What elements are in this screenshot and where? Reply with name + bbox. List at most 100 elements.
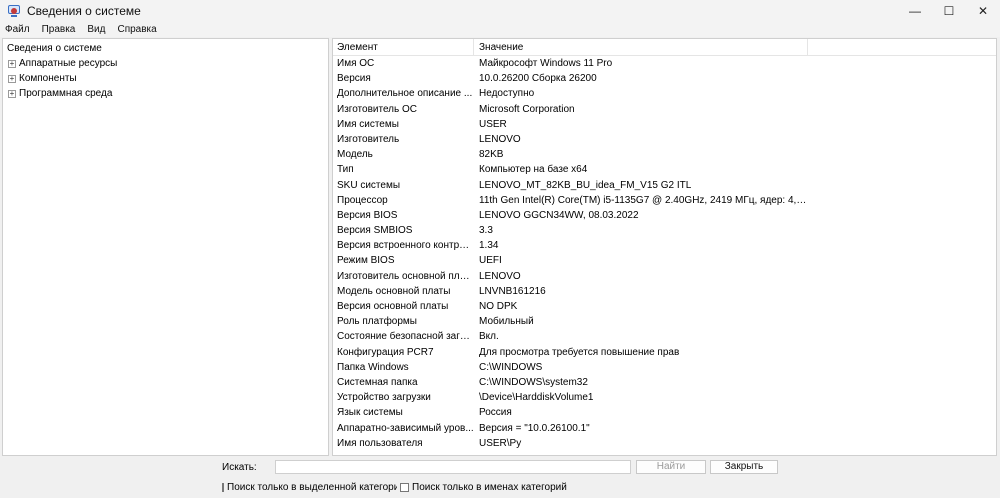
search-panel: Искать: Найти Закрыть Поиск только в выд…	[0, 458, 1000, 498]
category-names-checkbox[interactable]	[400, 483, 409, 492]
window-title: Сведения о системе	[27, 4, 141, 18]
row-item-cell: SKU системы	[337, 179, 401, 191]
row-item-cell: Устройство загрузки	[337, 392, 431, 404]
tree-item-label: Сведения о системе	[7, 43, 102, 54]
row-item-cell: Имя пользователя	[337, 437, 423, 449]
row-value-cell: Microsoft Corporation	[479, 103, 575, 115]
table-row[interactable]: Изготовитель ОС Microsoft Corporation	[333, 102, 996, 117]
tree-item-label: Компоненты	[19, 73, 77, 84]
table-row[interactable]: Версия основной платы NO DPK	[333, 299, 996, 314]
expand-icon[interactable]: +	[8, 89, 16, 98]
selected-category-checkbox[interactable]	[222, 483, 224, 492]
tree-item-system-summary[interactable]: Сведения о системе	[3, 41, 328, 56]
table-row[interactable]: Папка Windows C:\WINDOWS	[333, 360, 996, 375]
table-row[interactable]: Версия BIOS LENOVO GGCN34WW, 08.03.2022	[333, 208, 996, 223]
table-header: Элемент Значение	[333, 39, 996, 56]
search-input[interactable]	[275, 460, 631, 474]
expand-icon[interactable]: +	[8, 59, 16, 68]
column-header-item[interactable]: Элемент	[333, 39, 474, 55]
row-item-cell: Версия SMBIOS	[337, 225, 413, 237]
table-row[interactable]: Аппаратно-зависимый уров... Версия = "10.…	[333, 421, 996, 436]
row-item-cell: Дополнительное описание ...	[337, 88, 473, 100]
row-item-cell: Папка Windows	[337, 361, 409, 373]
table-row[interactable]: Устройство загрузки \Device\HarddiskVolum…	[333, 390, 996, 405]
row-item-cell: Аппаратно-зависимый уров...	[337, 422, 474, 434]
row-value-cell: Россия	[479, 407, 512, 419]
table-row[interactable]: Имя пользователя USER\Ру	[333, 436, 996, 451]
row-value-cell: Мобильный	[479, 316, 534, 328]
row-item-cell: Режим BIOS	[337, 255, 395, 267]
menu-edit[interactable]: Правка	[36, 23, 82, 37]
table-row[interactable]: SKU системы LENOVO_MT_82KB_BU_idea_FM_V15…	[333, 178, 996, 193]
tree-item-components[interactable]: + Компоненты	[3, 71, 328, 86]
row-value-cell: NO DPK	[479, 301, 518, 312]
menu-file[interactable]: Файл	[0, 23, 36, 37]
table-row[interactable]: Тип Компьютер на базе x64	[333, 162, 996, 177]
tree-item-software-environment[interactable]: + Программная среда	[3, 86, 328, 101]
row-value-cell: LNVNB161216	[479, 285, 546, 297]
row-item-cell: Имя ОС	[337, 58, 375, 69]
title-bar: Сведения о системе — ☐ ✕	[0, 0, 1000, 22]
selected-category-label: Поиск только в выделенной категории	[227, 482, 397, 493]
tree-item-label: Аппаратные ресурсы	[19, 58, 118, 69]
selected-category-option[interactable]: Поиск только в выделенной категории	[222, 482, 397, 493]
row-item-cell: Имя системы	[337, 118, 399, 130]
row-item-cell: Изготовитель	[337, 133, 400, 145]
table-row[interactable]: Версия встроенного контрол... 1.34	[333, 238, 996, 253]
row-value-cell: LENOVO GGCN34WW, 08.03.2022	[479, 209, 639, 221]
table-row[interactable]: Состояние безопасной загру... Вкл.	[333, 329, 996, 344]
row-item-cell: Роль платформы	[337, 316, 417, 328]
category-tree[interactable]: Сведения о системе + Аппаратные ресурсы …	[2, 38, 329, 456]
table-row[interactable]: Версия 10.0.26200 Сборка 26200	[333, 71, 996, 86]
column-header-value[interactable]: Значение	[474, 39, 808, 55]
row-item-cell: Тип	[337, 164, 354, 176]
row-value-cell: Компьютер на базе x64	[479, 164, 588, 176]
row-value-cell: Версия = "10.0.26100.1"	[479, 422, 590, 434]
maximize-button[interactable]: ☐	[932, 0, 966, 22]
table-row[interactable]: Процессор 11th Gen Intel(R) Core(TM) i5-1…	[333, 193, 996, 208]
expand-icon[interactable]: +	[8, 74, 16, 83]
row-value-cell: 82KB	[479, 149, 504, 161]
row-value-cell: LENOVO_MT_82KB_BU_idea_FM_V15 G2 ITL	[479, 179, 692, 191]
tree-item-label: Программная среда	[19, 88, 113, 99]
table-row[interactable]: Дополнительное описание ... Недоступно	[333, 86, 996, 101]
table-row[interactable]: Роль платформы Мобильный	[333, 314, 996, 329]
search-label: Искать:	[222, 462, 257, 473]
system-info-icon	[7, 4, 21, 18]
table-row[interactable]: Версия SMBIOS 3.3	[333, 223, 996, 238]
row-item-cell: Процессор	[337, 194, 388, 206]
table-row[interactable]: Изготовитель основной платы LENOVO	[333, 269, 996, 284]
table-row[interactable]: Имя системы USER	[333, 117, 996, 132]
row-value-cell: USER\Ру	[479, 437, 522, 449]
close-window-button[interactable]: ✕	[966, 0, 1000, 22]
row-value-cell: USER	[479, 118, 507, 130]
table-row[interactable]: Модель 82KB	[333, 147, 996, 162]
row-item-cell: Язык системы	[337, 407, 403, 419]
row-value-cell: 11th Gen Intel(R) Core(TM) i5-1135G7 @ 2…	[479, 194, 808, 206]
minimize-button[interactable]: —	[898, 0, 932, 22]
menu-view[interactable]: Вид	[81, 23, 111, 37]
row-item-cell: Конфигурация PCR7	[337, 346, 434, 358]
details-table[interactable]: Элемент Значение Имя ОС Майкрософт Window…	[332, 38, 997, 456]
table-row[interactable]: Язык системы Россия	[333, 405, 996, 420]
find-button[interactable]: Найти	[636, 460, 706, 474]
row-value-cell: Для просмотра требуется повышение прав	[479, 346, 680, 358]
row-value-cell: 1.34	[479, 240, 499, 252]
menu-help[interactable]: Справка	[111, 23, 162, 37]
category-names-option[interactable]: Поиск только в именах категорий	[400, 482, 567, 493]
row-item-cell: Состояние безопасной загру...	[337, 331, 474, 343]
menu-bar: Файл Правка Вид Справка	[0, 22, 1000, 37]
table-row[interactable]: Системная папка C:\WINDOWS\system32	[333, 375, 996, 390]
row-value-cell: \Device\HarddiskVolume1	[479, 392, 594, 404]
row-value-cell: LENOVO	[479, 270, 521, 282]
table-row[interactable]: Режим BIOS UEFI	[333, 253, 996, 268]
table-row[interactable]: Модель основной платы LNVNB161216	[333, 284, 996, 299]
table-row[interactable]: Конфигурация PCR7 Для просмотра требуется…	[333, 345, 996, 360]
row-item-cell: Версия BIOS	[337, 209, 398, 221]
table-row[interactable]: Имя ОС Майкрософт Windows 11 Pro	[333, 56, 996, 71]
row-value-cell: C:\WINDOWS	[479, 361, 543, 373]
close-button[interactable]: Закрыть	[710, 460, 778, 474]
row-value-cell: LENOVO	[479, 133, 521, 145]
table-row[interactable]: Изготовитель LENOVO	[333, 132, 996, 147]
tree-item-hardware-resources[interactable]: + Аппаратные ресурсы	[3, 56, 328, 71]
